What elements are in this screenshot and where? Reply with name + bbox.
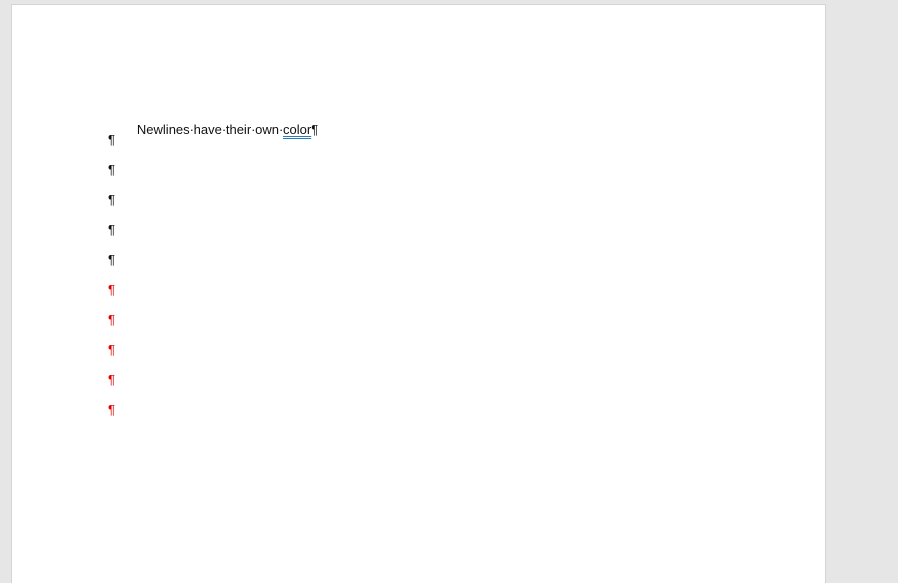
paragraph-mark: ¶ <box>108 222 115 237</box>
document-page[interactable]: Newlines·have·their·own·color¶ ¶ ¶ ¶ ¶ ¶ ¶ ¶ ¶ ¶… <box>11 4 826 583</box>
paragraph-mark: ¶ <box>108 252 115 267</box>
word-their[interactable]: their <box>226 122 251 137</box>
paragraph-mark: ¶ <box>108 132 115 147</box>
empty-paragraph[interactable]: ¶ <box>108 160 788 190</box>
empty-paragraph[interactable]: ¶ <box>108 400 788 430</box>
empty-paragraph[interactable]: ¶ <box>108 190 788 220</box>
empty-paragraphs: ¶ ¶ ¶ ¶ ¶ ¶ ¶ ¶ ¶ ¶ <box>108 130 788 430</box>
paragraph-mark: ¶ <box>108 192 115 207</box>
word-own[interactable]: own <box>255 122 279 137</box>
empty-paragraph[interactable]: ¶ <box>108 370 788 400</box>
word-have[interactable]: have <box>194 122 222 137</box>
paragraph-first-line[interactable]: Newlines·have·their·own·color¶ <box>108 100 788 137</box>
word-color-spellcheck-flagged[interactable]: color <box>283 122 311 137</box>
document-body[interactable]: Newlines·have·their·own·color¶ ¶ ¶ ¶ ¶ ¶ ¶ ¶ ¶ ¶… <box>108 100 788 430</box>
paragraph-mark: ¶ <box>108 372 115 387</box>
word-newlines[interactable]: Newlines <box>137 122 190 137</box>
empty-paragraph[interactable]: ¶ <box>108 310 788 340</box>
empty-paragraph[interactable]: ¶ <box>108 340 788 370</box>
paragraph-mark: ¶ <box>108 312 115 327</box>
paragraph-mark: ¶ <box>108 402 115 417</box>
empty-paragraph[interactable]: ¶ <box>108 280 788 310</box>
empty-paragraph[interactable]: ¶ <box>108 220 788 250</box>
paragraph-mark: ¶ <box>108 342 115 357</box>
paragraph-mark: ¶ <box>108 162 115 177</box>
empty-paragraph[interactable]: ¶ <box>108 250 788 280</box>
paragraph-mark: ¶ <box>108 282 115 297</box>
document-workspace[interactable]: Newlines·have·their·own·color¶ ¶ ¶ ¶ ¶ ¶ ¶ ¶ ¶ ¶… <box>0 0 898 583</box>
paragraph-mark: ¶ <box>311 122 319 137</box>
